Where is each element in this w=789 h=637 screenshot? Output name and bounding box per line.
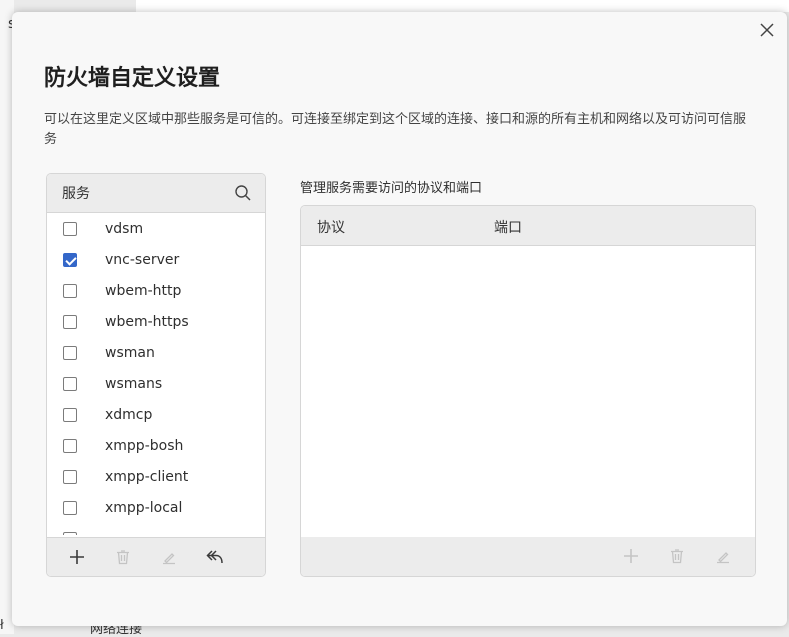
add-port-button[interactable]: [621, 546, 641, 566]
service-name: xdmcp: [105, 406, 153, 423]
plus-icon: [70, 550, 84, 564]
service-item[interactable]: vdsm: [47, 213, 265, 244]
service-name: vdsm: [105, 220, 144, 237]
delete-port-button[interactable]: [667, 546, 687, 566]
service-name: xmpp-client: [105, 468, 189, 485]
service-name: vnc-server: [105, 251, 180, 268]
dialog-description: 可以在这里定义区域中那些服务是可信的。可连接至绑定到这个区域的连接、接口和源的所…: [44, 112, 747, 147]
service-item[interactable]: wbem-https: [47, 306, 265, 337]
service-item[interactable]: wsman: [47, 337, 265, 368]
service-item[interactable]: vnc-server: [47, 244, 265, 275]
service-item[interactable]: xmpp-client: [47, 461, 265, 492]
plus-icon: [624, 549, 638, 563]
ports-toolbar: [301, 537, 755, 576]
services-toolbar: [47, 537, 265, 576]
service-checkbox[interactable]: [63, 531, 77, 535]
search-icon: [235, 185, 251, 201]
edit-port-button[interactable]: [713, 546, 733, 566]
service-checkbox[interactable]: [63, 221, 77, 236]
background-text: ł: [0, 618, 4, 633]
pencil-icon: [717, 552, 729, 564]
service-name: wsmans: [105, 375, 163, 392]
service-checkbox[interactable]: [63, 407, 77, 422]
service-name: wsman: [105, 344, 155, 361]
service-name: xmpp-local: [105, 499, 183, 516]
close-icon: [760, 23, 774, 37]
services-header: 服务: [47, 174, 265, 213]
search-button[interactable]: [233, 183, 253, 203]
firewall-custom-settings-dialog: 防火墙自定义设置 可以在这里定义区域中那些服务是可信的。可连接至绑定到这个区域的…: [12, 12, 787, 626]
service-checkbox[interactable]: [63, 345, 77, 360]
services-panel: 服务 vdsm vnc-server wbem-http wbem-https wsma…: [46, 173, 266, 577]
service-checkbox[interactable]: [63, 469, 77, 484]
add-service-button[interactable]: [67, 547, 87, 567]
column-header-port[interactable]: 端口: [494, 217, 522, 237]
service-item[interactable]: xmpp-local: [47, 492, 265, 523]
ports-table: 协议 端口: [300, 205, 756, 577]
service-checkbox[interactable]: [63, 376, 77, 391]
service-name: wbem-http: [105, 282, 182, 299]
service-checkbox[interactable]: [63, 252, 77, 267]
trash-icon: [117, 550, 129, 565]
edit-service-button[interactable]: [159, 547, 179, 567]
service-name: xmpp-bosh: [105, 437, 184, 454]
service-checkbox[interactable]: [63, 438, 77, 453]
trash-icon: [671, 549, 683, 564]
pencil-icon: [163, 553, 175, 565]
services-list[interactable]: vdsm vnc-server wbem-http wbem-https wsman ws…: [47, 213, 265, 535]
delete-service-button[interactable]: [113, 547, 133, 567]
service-name: wbem-https: [105, 313, 189, 330]
service-checkbox[interactable]: [63, 314, 77, 329]
ports-table-header: 协议 端口: [301, 206, 755, 246]
undo-icon: [206, 550, 223, 564]
ports-section-label: 管理服务需要访问的协议和端口: [300, 181, 483, 196]
dialog-title: 防火墙自定义设置: [44, 66, 221, 91]
service-checkbox[interactable]: [63, 500, 77, 515]
column-header-protocol[interactable]: 协议: [317, 217, 345, 237]
close-button[interactable]: [757, 20, 777, 40]
background-window-top: [136, 0, 789, 12]
service-item[interactable]: [47, 523, 265, 535]
service-item[interactable]: wbem-http: [47, 275, 265, 306]
service-checkbox[interactable]: [63, 283, 77, 298]
ports-table-body[interactable]: [301, 246, 755, 537]
service-item[interactable]: xmpp-bosh: [47, 430, 265, 461]
service-item[interactable]: wsmans: [47, 368, 265, 399]
services-header-label: 服务: [62, 186, 90, 202]
service-item[interactable]: xdmcp: [47, 399, 265, 430]
undo-button[interactable]: [205, 547, 225, 567]
